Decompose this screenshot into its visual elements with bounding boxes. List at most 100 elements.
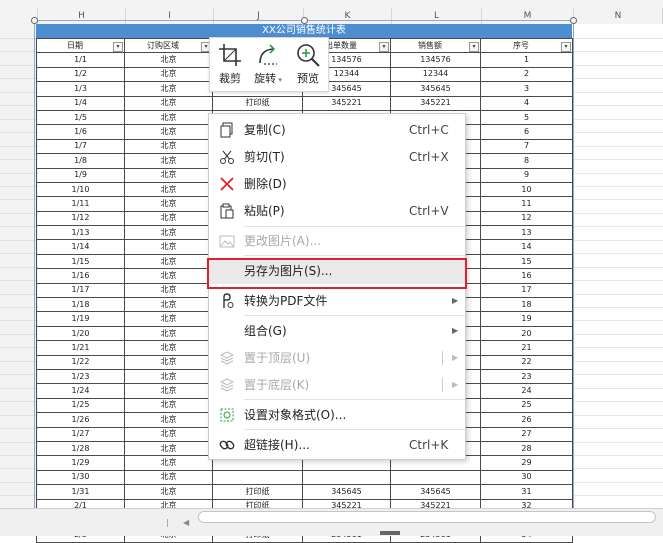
cell-date: 1/4 xyxy=(36,95,125,111)
col-header-N[interactable]: N xyxy=(574,8,663,24)
menu-item-format-object[interactable]: 设置对象格式(O)... xyxy=(209,402,465,428)
resize-handle-top[interactable] xyxy=(301,17,308,24)
row-gridline xyxy=(574,105,663,107)
menu-item-change-picture: 更改图片(A)... xyxy=(209,228,465,254)
menu-item-cut[interactable]: 剪切(T) Ctrl+X xyxy=(209,144,465,170)
cell-no: 17 xyxy=(480,282,573,299)
row-gridline xyxy=(574,38,663,39)
cell-no: 7 xyxy=(480,138,573,155)
row-gridline xyxy=(0,374,38,376)
row-gridline xyxy=(574,118,663,120)
menu-item-copy[interactable]: 复制(C) Ctrl+C xyxy=(209,117,465,143)
cell-date: 1/26 xyxy=(36,412,125,428)
column-N-cells[interactable] xyxy=(574,24,663,508)
cell-no: 15 xyxy=(480,253,573,270)
row-gridline xyxy=(574,266,663,268)
menu-item-hyperlink[interactable]: 超链接(H)... Ctrl+K xyxy=(209,432,465,458)
header-date: 日期 ▾ xyxy=(36,37,125,54)
cell-sales: 345221 xyxy=(390,95,481,111)
row-gridline xyxy=(574,495,663,497)
cell-region: 北京 xyxy=(124,81,213,97)
row-gridline xyxy=(0,401,38,403)
cell-date: 1/6 xyxy=(36,124,125,140)
cell-region: 北京 xyxy=(124,426,213,442)
crop-label: 裁剪 xyxy=(219,72,241,85)
row-gridline xyxy=(574,468,663,470)
row-gridline xyxy=(574,333,663,335)
preview-button[interactable]: 预览 xyxy=(290,42,326,86)
cell-no: 10 xyxy=(480,181,573,198)
cell-no: 5 xyxy=(480,109,573,126)
row-gridline xyxy=(574,401,663,403)
cell-region: 北京 xyxy=(124,66,213,83)
cell-date: 1/17 xyxy=(36,282,125,299)
scissors-icon xyxy=(220,150,234,164)
row-gridline xyxy=(574,428,663,430)
cell-no: 28 xyxy=(480,440,573,457)
row-gridline xyxy=(0,347,38,349)
resize-handle-top-right[interactable] xyxy=(570,17,577,24)
menu-item-delete[interactable]: 删除(D) xyxy=(209,171,465,197)
cell-date: 1/19 xyxy=(36,311,125,327)
pdf-convert-icon xyxy=(223,293,234,308)
cell-date: 1/30 xyxy=(36,469,125,486)
filter-dropdown-icon[interactable]: ▾ xyxy=(113,41,123,52)
picture-quick-toolbar: 裁剪 旋转 ▾ 预览 xyxy=(209,37,329,92)
cell-date: 1/12 xyxy=(36,210,125,227)
row-gridline xyxy=(0,266,38,268)
resize-handle-top-left[interactable] xyxy=(31,17,38,24)
cell-sales: 12344 xyxy=(390,66,481,83)
row-gridline xyxy=(574,414,663,416)
filter-dropdown-icon[interactable]: ▾ xyxy=(561,41,571,52)
format-object-icon xyxy=(220,408,234,422)
row-gridline xyxy=(574,387,663,389)
cell-sales: 345645 xyxy=(390,484,481,500)
cell-date: 1/25 xyxy=(36,397,125,414)
cell-no: 14 xyxy=(480,239,573,255)
cell-date: 1/9 xyxy=(36,167,125,183)
scroll-left-arrow-icon[interactable]: ◀ xyxy=(183,518,189,527)
submenu-arrow-icon: ▶ xyxy=(452,326,459,335)
row-gridline xyxy=(0,428,38,430)
cell-date: 1/20 xyxy=(36,325,125,342)
row-gridline xyxy=(574,360,663,362)
cell-date: 1/11 xyxy=(36,196,125,212)
rotate-button[interactable]: 旋转 ▾ xyxy=(250,42,286,86)
zoom-in-icon xyxy=(297,44,320,67)
cell-region: 北京 xyxy=(124,455,213,471)
row-gridline xyxy=(574,78,663,80)
cell-no: 26 xyxy=(480,412,573,428)
top-strip xyxy=(0,0,663,8)
row-gridline xyxy=(574,454,663,456)
cell-no: 4 xyxy=(480,95,573,111)
menu-item-group[interactable]: 组合(G) ▶ xyxy=(209,318,465,344)
rotate-dropdown-icon[interactable]: ▾ xyxy=(276,76,282,84)
filter-dropdown-icon[interactable]: ▾ xyxy=(379,41,389,52)
scroll-left-icon[interactable]: | xyxy=(166,518,169,527)
row-gridline xyxy=(0,105,38,107)
cell-item: 打印纸 xyxy=(212,484,303,500)
scrollbar-thumb[interactable] xyxy=(198,511,656,523)
menu-item-paste[interactable]: 粘贴(P) Ctrl+V xyxy=(209,198,465,224)
menu-item-convert-pdf[interactable]: 转换为PDF文件 ▶ xyxy=(209,288,465,314)
filter-dropdown-icon[interactable]: ▾ xyxy=(469,41,479,52)
row-gridline xyxy=(574,441,663,443)
cell-item: 打印纸 xyxy=(212,95,303,111)
rotate-icon xyxy=(259,44,277,65)
cell-region: 北京 xyxy=(124,181,213,198)
cell-no: 8 xyxy=(480,153,573,169)
change-picture-icon xyxy=(219,235,235,248)
table-row: 1/30 北京 30 xyxy=(36,469,573,486)
resize-grip[interactable] xyxy=(380,531,400,535)
cell-date: 1/28 xyxy=(36,440,125,457)
cell-region: 北京 xyxy=(124,368,213,385)
menu-item-bring-to-front: 置于顶层(U) ▶ xyxy=(209,345,465,371)
cell-date: 1/31 xyxy=(36,484,125,500)
row-gridline xyxy=(0,454,38,456)
row-gridline xyxy=(574,374,663,376)
cell-no: 21 xyxy=(480,340,573,356)
row-gridline xyxy=(0,481,38,483)
table-row: 1/4 北京 打印纸 345221 345221 4 xyxy=(36,95,573,111)
row-gridline xyxy=(0,172,38,174)
crop-button[interactable]: 裁剪 xyxy=(212,42,248,86)
